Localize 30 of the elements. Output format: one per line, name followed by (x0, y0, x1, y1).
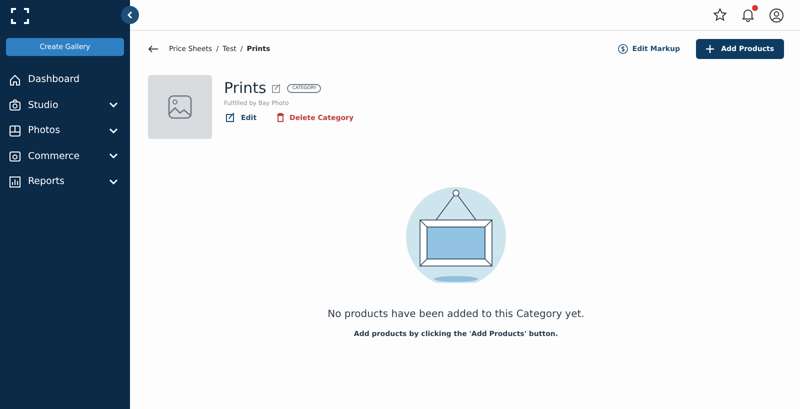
plus-icon (706, 45, 714, 53)
camera-icon (9, 150, 21, 162)
sidebar-item[interactable]: Studio (6, 92, 124, 118)
sidebar-item[interactable]: Commerce (6, 144, 124, 169)
sidebar-item[interactable]: Reports (6, 169, 124, 194)
bar-chart-icon (9, 176, 21, 188)
sidebar-item[interactable]: Dashboard (6, 67, 124, 92)
collapse-sidebar-button[interactable] (121, 6, 139, 24)
star-icon[interactable] (713, 8, 727, 22)
camera-icon (9, 99, 21, 112)
chevron-down-icon (109, 128, 118, 134)
bell-icon[interactable] (741, 8, 755, 22)
empty-message: No products have been added to this Category yet. (328, 309, 584, 320)
home-icon (9, 74, 21, 86)
dollar-icon (618, 44, 628, 54)
chevron-left-icon (126, 11, 134, 19)
back-arrow-icon[interactable] (148, 45, 159, 53)
category-title: Prints (224, 79, 266, 97)
chevron-down-icon (109, 178, 118, 185)
image-icon (168, 95, 192, 119)
user-icon[interactable] (769, 8, 784, 22)
trash-icon (276, 113, 284, 122)
notification-dot (752, 5, 758, 11)
sidebar-item[interactable]: Photos (6, 118, 124, 144)
chevron-down-icon (109, 102, 118, 108)
frame-corners-icon (11, 8, 29, 24)
edit-icon[interactable] (272, 84, 282, 92)
photo-icon (9, 124, 21, 137)
edit-icon (226, 113, 235, 122)
chevron-down-icon (109, 153, 118, 160)
